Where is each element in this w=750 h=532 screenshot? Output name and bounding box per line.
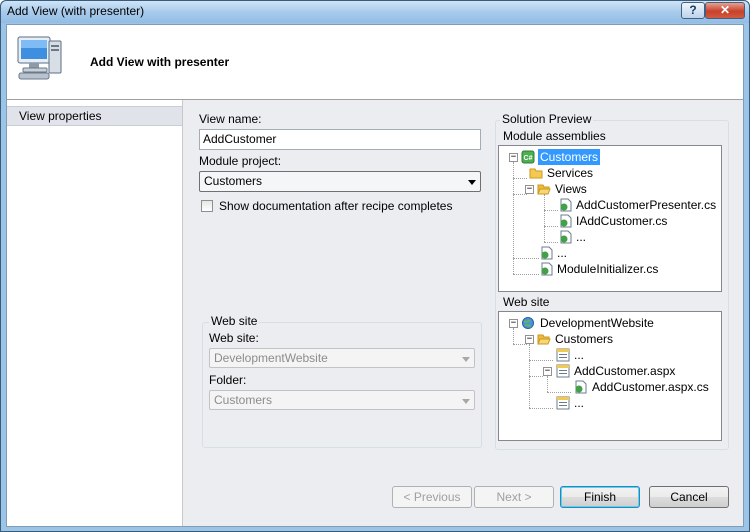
tree-node-addcustomer-aspx-cs[interactable]: AddCustomer.aspx.cs [592,379,709,395]
view-name-label: View name: [199,112,262,126]
help-button[interactable]: ? [681,2,705,19]
aspx-file-icon [556,348,570,362]
csharp-file-icon [560,230,572,244]
show-docs-label[interactable]: Show documentation after recipe complete… [219,199,452,213]
tree-line [513,274,539,275]
collapse-toggle[interactable]: − [525,335,534,344]
show-docs-checkbox[interactable] [201,200,213,212]
module-project-select[interactable]: Customers [199,171,481,192]
cancel-button[interactable]: Cancel [649,486,729,508]
tree-line [544,226,558,227]
dialog-client-area: Add View with presenter View properties … [6,24,744,527]
previous-button[interactable]: < Previous [392,486,472,508]
module-project-value: Customers [204,174,263,188]
tree-line [529,408,553,409]
tree-line [513,344,527,345]
csharp-file-icon [541,246,553,260]
tree-node-ellipsis[interactable]: ... [557,245,567,261]
collapse-toggle[interactable]: − [543,367,552,376]
tree-node-ellipsis[interactable]: ... [574,347,584,363]
tree-node-addcustomer-aspx[interactable]: AddCustomer.aspx [574,363,675,379]
aspx-file-icon [556,396,570,410]
chevron-down-icon [462,357,470,362]
folder-label: Folder: [209,373,247,387]
tree-node-addcustomerpresenter[interactable]: AddCustomerPresenter.cs [576,197,716,213]
tree-line [513,258,539,259]
tree-node-customers-folder[interactable]: Customers [555,331,613,347]
tree-line [544,194,545,242]
tree-line [544,210,558,211]
tree-node-views[interactable]: Views [555,181,587,197]
collapse-toggle[interactable]: − [509,153,518,162]
website-icon [522,317,534,329]
tree-line [513,194,527,195]
wizard-nav: View properties [7,100,183,526]
csharp-file-icon [575,380,587,394]
tree-line [547,392,571,393]
folder-value: Customers [214,393,273,407]
dialog-window: Add View (with presenter) ? ✕ Add View w… [0,0,750,532]
next-button[interactable]: Next > [474,486,554,508]
folder-select[interactable]: Customers [209,390,475,410]
aspx-file-icon [556,364,570,378]
wizard-title: Add View with presenter [90,55,230,69]
folder-open-icon [537,184,551,195]
tree-node-services[interactable]: Services [547,165,593,181]
csharp-project-icon: C# [521,150,535,164]
tree-node-moduleinitializer[interactable]: ModuleInitializer.cs [557,261,658,277]
website-tree-label: Web site [503,295,550,309]
website-value: DevelopmentWebsite [214,351,328,365]
folder-open-icon [537,334,551,345]
chevron-down-icon [468,180,476,185]
nav-item-view-properties[interactable]: View properties [7,106,182,126]
folder-icon [529,168,543,179]
csharp-file-icon [541,262,553,276]
chevron-down-icon [462,399,470,404]
title-bar[interactable]: Add View (with presenter) ? ✕ [1,1,749,23]
collapse-toggle[interactable]: − [525,185,534,194]
view-name-input[interactable]: AddCustomer [199,129,481,150]
close-button[interactable]: ✕ [705,2,745,19]
website-tree[interactable]: − DevelopmentWebsite − Customers ... − A… [498,311,722,441]
website-select[interactable]: DevelopmentWebsite [209,348,475,368]
module-assemblies-label: Module assemblies [503,129,606,143]
tree-line [529,376,543,377]
tree-line [529,360,553,361]
tree-line [544,242,558,243]
window-title: Add View (with presenter) [7,4,145,18]
wizard-header: Add View with presenter [7,25,743,100]
tree-line [513,178,527,179]
solution-preview-title: Solution Preview [500,112,594,126]
csharp-file-icon [560,198,572,212]
computer-icon [17,36,62,80]
finish-button[interactable]: Finish [560,486,640,508]
module-project-label: Module project: [199,154,282,168]
svg-text:C#: C# [524,155,533,162]
tree-line [547,376,548,392]
tree-node-ellipsis[interactable]: ... [574,395,584,411]
tree-line [513,328,514,344]
website-group-title: Web site [209,314,260,328]
collapse-toggle[interactable]: − [509,319,518,328]
tree-node-iaddcustomer[interactable]: IAddCustomer.cs [576,213,667,229]
tree-node-customers[interactable]: Customers [538,149,601,165]
website-label: Web site: [209,331,259,345]
csharp-file-icon [560,214,572,228]
tree-node-developmentwebsite[interactable]: DevelopmentWebsite [540,315,654,331]
tree-node-ellipsis[interactable]: ... [576,229,586,245]
module-assemblies-tree[interactable]: − C# Customers Services − Views AddCusto… [498,145,722,292]
